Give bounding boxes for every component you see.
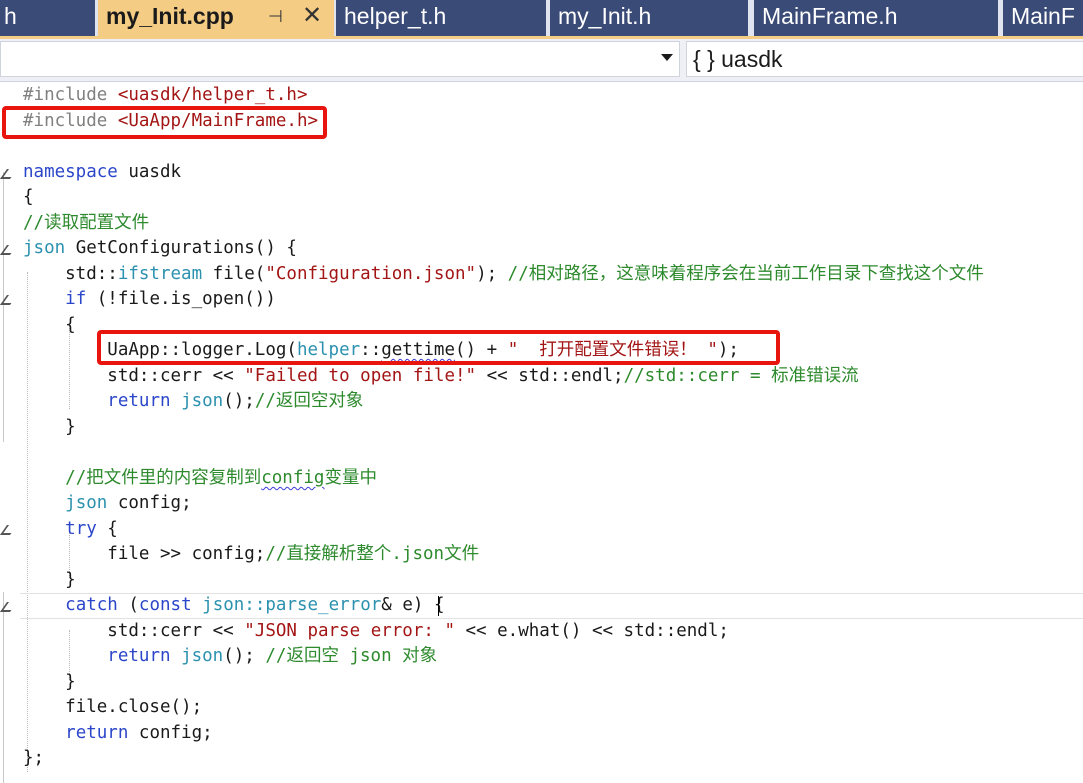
code-line: }; <box>23 748 45 768</box>
pin-icon[interactable]: ⊣ <box>268 1 283 33</box>
code-line: } <box>23 672 76 692</box>
code-line: return json(); //返回空 json 对象 <box>107 646 438 666</box>
navigation-bar: { } uasdk <box>0 39 1083 82</box>
collapse-icon[interactable] <box>0 169 18 179</box>
code-editor[interactable]: #include <uasdk/helper_t.h> #include <Ua… <box>0 82 1083 783</box>
code-line: } <box>23 570 76 590</box>
code-line: } <box>23 417 76 437</box>
chevron-down-icon[interactable] <box>661 54 673 61</box>
code-line: try { <box>65 519 118 539</box>
member-dropdown-value: { } uasdk <box>693 46 783 72</box>
code-line: if (!file.is_open()) <box>65 289 276 309</box>
code-line: json config; <box>65 493 192 513</box>
close-icon[interactable]: ✕ <box>302 0 322 32</box>
code-line: file.close(); <box>23 697 203 717</box>
text-caret <box>438 596 439 616</box>
tab-label: h <box>4 3 17 29</box>
tab-partial-right[interactable]: MainF <box>1003 0 1083 36</box>
tab-mainframe-h[interactable]: MainFrame.h <box>754 0 998 36</box>
code-line: file >> config;//直接解析整个.json文件 <box>23 544 480 564</box>
tab-label: helper_t.h <box>344 3 447 29</box>
document-tab-bar: h my_Init.cpp ⊣ ✕ helper_t.h my_Init.h M… <box>0 0 1083 36</box>
tab-helper-t-h[interactable]: helper_t.h <box>336 0 546 36</box>
code-line: namespace uasdk <box>23 162 182 182</box>
code-line: { <box>23 187 34 207</box>
tab-label: my_Init.h <box>558 3 652 29</box>
annotation-box-log-call <box>97 330 780 365</box>
code-line: return config; <box>65 723 213 743</box>
collapse-icon[interactable] <box>0 525 18 535</box>
tab-my-init-h[interactable]: my_Init.h <box>550 0 748 36</box>
tab-my-init-cpp[interactable]: my_Init.cpp ⊣ ✕ <box>98 0 334 36</box>
tab-label: MainFrame.h <box>762 3 898 29</box>
code-line: std::cerr << "JSON parse error: " << e.w… <box>23 621 729 641</box>
annotation-box-include <box>2 106 327 139</box>
tab-partial-left[interactable]: h <box>0 0 95 36</box>
code-line: std::cerr << "Failed to open file!" << s… <box>23 366 859 386</box>
code-line: #include <uasdk/helper_t.h> <box>23 85 308 105</box>
member-dropdown[interactable]: { } uasdk <box>686 41 1083 77</box>
code-line: { <box>23 315 76 335</box>
code-line: catch (const json::parse_error& e) { <box>65 595 445 615</box>
tab-label: my_Init.cpp <box>106 3 234 29</box>
outline-bar <box>3 172 4 442</box>
code-line: //读取配置文件 <box>23 213 150 233</box>
tab-label: MainF <box>1011 3 1075 29</box>
scope-dropdown[interactable] <box>0 41 680 77</box>
code-line: return json();//返回空对象 <box>107 391 364 411</box>
code-line: //把文件里的内容复制到config变量中 <box>65 468 377 488</box>
outline-bar <box>3 592 4 783</box>
code-line: json GetConfigurations() { <box>23 238 297 258</box>
code-line: std::ifstream file("Configuration.json")… <box>23 264 984 284</box>
